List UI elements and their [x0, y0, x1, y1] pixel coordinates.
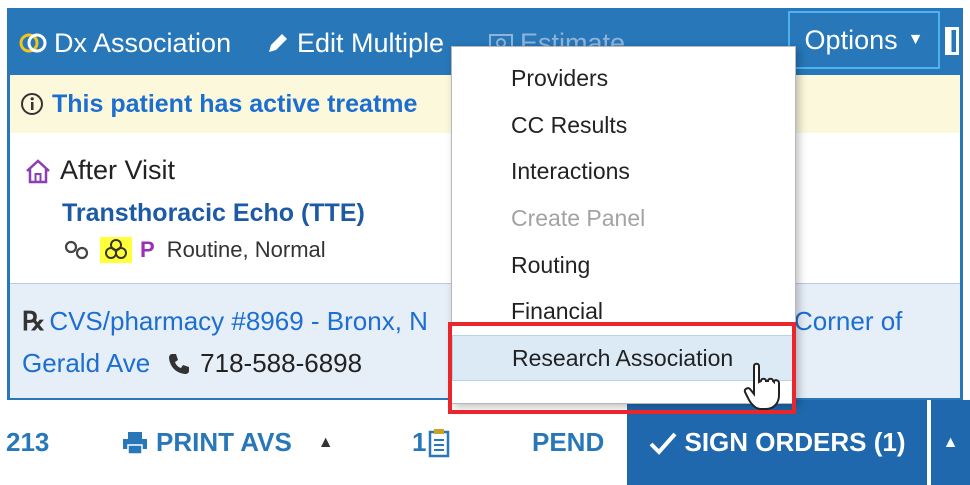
research-icon[interactable]: [100, 237, 132, 263]
printer-icon: [123, 431, 147, 455]
menu-item-interactions[interactable]: Interactions: [452, 148, 795, 194]
caret-up-icon[interactable]: ▲: [318, 434, 334, 452]
info-icon: [21, 93, 43, 115]
chevron-down-icon: ▼: [907, 31, 924, 48]
clipboard-icon: [429, 428, 450, 457]
menu-item-providers[interactable]: Providers: [452, 55, 795, 101]
edit-multiple-label: Edit Multiple: [297, 27, 445, 58]
menu-item-routing[interactable]: Routing: [452, 242, 795, 288]
visit-title: After Visit: [24, 155, 175, 186]
order-name-link[interactable]: Transthoracic Echo (TTE): [62, 199, 365, 228]
sign-orders-label: SIGN ORDERS (1): [684, 427, 906, 457]
pharmacy-phone: 718-588-6898: [200, 348, 363, 378]
options-label: Options: [804, 24, 898, 55]
pencil-icon: [269, 34, 287, 52]
clipboard-count[interactable]: 1: [412, 400, 450, 485]
molecule-icon: [105, 239, 127, 259]
print-avs-label: PRINT AVS: [156, 427, 292, 457]
clipboard-count-number: 1: [412, 427, 427, 457]
pharmacy-address-link[interactable]: Gerald Ave: [22, 348, 150, 379]
panel-toggle-icon[interactable]: [945, 27, 959, 55]
menu-item-create-panel: Create Panel: [511, 204, 646, 231]
banner-text[interactable]: This patient has active treatme: [52, 90, 417, 119]
association-rings-icon: [64, 240, 89, 260]
dx-association-button[interactable]: Dx Association: [18, 11, 231, 75]
house-icon: [26, 158, 50, 183]
checkmark-icon: [650, 432, 677, 455]
pharmacy-address-tail[interactable]: Corner of: [794, 306, 902, 337]
phone-icon: [169, 353, 190, 374]
footer-left-number: 213: [6, 427, 50, 457]
link-rings-icon: [19, 33, 47, 53]
options-button[interactable]: Options ▼: [788, 11, 940, 69]
pharmacy-address-line2: Gerald Ave 718-588-6898: [22, 348, 362, 379]
edit-multiple-button[interactable]: Edit Multiple: [265, 11, 444, 75]
print-avs-button[interactable]: PRINT AVS ▲: [120, 400, 334, 485]
sign-orders-caret-up-icon[interactable]: ▲: [931, 400, 970, 485]
hand-cursor-icon: [743, 362, 780, 410]
dx-association-label: Dx Association: [54, 27, 232, 58]
order-status: Routine, Normal: [166, 237, 326, 262]
visit-title-text: After Visit: [60, 155, 176, 185]
order-meta: P Routine, Normal: [62, 237, 326, 263]
priority-letter: P: [140, 237, 155, 262]
pharmacy-line: ℞ CVS/pharmacy #8969 - Bronx, N: [22, 306, 428, 337]
menu-item-cc-results[interactable]: CC Results: [452, 102, 795, 148]
pharmacy-name-link[interactable]: CVS/pharmacy #8969 - Bronx, N: [49, 306, 428, 336]
rx-icon: ℞: [22, 306, 46, 336]
